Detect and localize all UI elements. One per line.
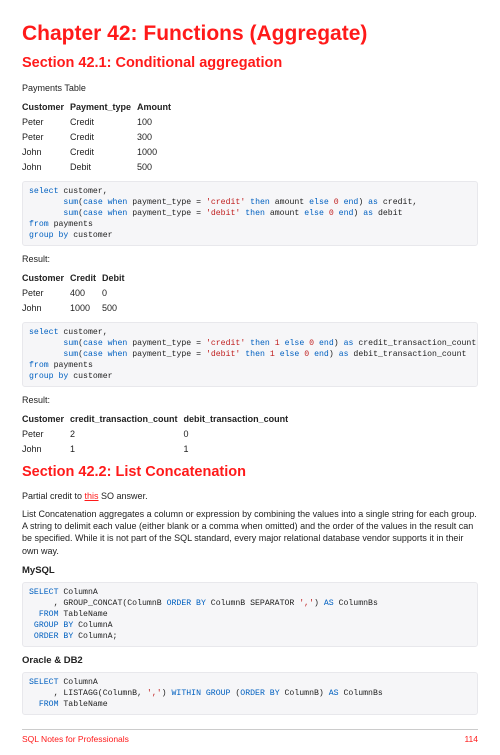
table-row: Peter20 [22, 426, 294, 441]
th-credit: Credit [70, 271, 102, 285]
th-customer: Customer [22, 412, 70, 426]
credit-text-2: SO answer. [99, 491, 148, 501]
result-label-2: Result: [22, 394, 478, 406]
table-row: PeterCredit100 [22, 114, 177, 129]
th-payment-type: Payment_type [70, 100, 137, 114]
table-row: JohnCredit1000 [22, 144, 177, 159]
oracle-heading: Oracle & DB2 [22, 655, 478, 668]
footer-left: SQL Notes for Professionals [22, 734, 129, 745]
table-row: PeterCredit300 [22, 129, 177, 144]
section-title-1: Section 42.1: Conditional aggregation [22, 54, 478, 74]
result-table-1: Customer Credit Debit Peter4000 John1000… [22, 271, 131, 315]
chapter-title: Chapter 42: Functions (Aggregate) [22, 20, 478, 48]
code-block-oracle: SELECT ColumnA , LISTAGG(ColumnB, ',') W… [22, 672, 478, 715]
so-link[interactable]: this [85, 491, 99, 501]
result-label-1: Result: [22, 253, 478, 265]
section-title-2: Section 42.2: List Concatenation [22, 463, 478, 483]
th-customer: Customer [22, 271, 70, 285]
th-debit-count: debit_transaction_count [184, 412, 295, 426]
table-row: Peter4000 [22, 285, 131, 300]
th-debit: Debit [102, 271, 131, 285]
code-block-mysql: SELECT ColumnA , GROUP_CONCAT(ColumnB OR… [22, 582, 478, 647]
credit-text-1: Partial credit to [22, 491, 85, 501]
code-block-2: select customer, sum(case when payment_t… [22, 322, 478, 387]
mysql-heading: MySQL [22, 565, 478, 578]
payments-label: Payments Table [22, 82, 478, 94]
code-block-1: select customer, sum(case when payment_t… [22, 181, 478, 246]
th-customer: Customer [22, 100, 70, 114]
table-row: John11 [22, 441, 294, 456]
footer-right: 114 [464, 734, 478, 745]
result-table-2: Customer credit_transaction_count debit_… [22, 412, 294, 456]
section2-body: List Concatenation aggregates a column o… [22, 508, 478, 557]
th-credit-count: credit_transaction_count [70, 412, 184, 426]
payments-table: Customer Payment_type Amount PeterCredit… [22, 100, 177, 175]
table-row: JohnDebit500 [22, 160, 177, 175]
th-amount: Amount [137, 100, 177, 114]
page-footer: SQL Notes for Professionals 114 [22, 729, 478, 745]
credit-paragraph: Partial credit to this SO answer. [22, 490, 478, 502]
table-row: John1000500 [22, 300, 131, 315]
